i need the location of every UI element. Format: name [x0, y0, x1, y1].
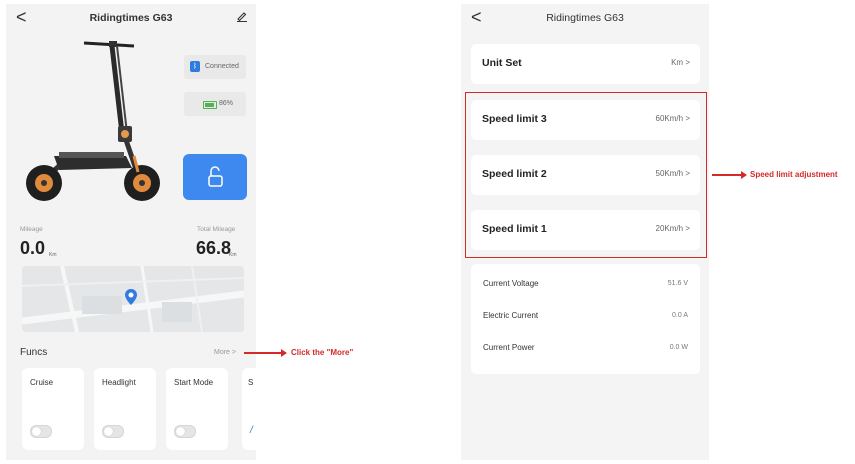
page-title: Ridingtimes G63: [89, 12, 173, 24]
electrical-info-card: Current Voltage 51.6 V Electric Current …: [471, 264, 700, 374]
connection-status-label: Connected: [205, 63, 239, 70]
battery-status-chip: 86%: [184, 92, 246, 116]
func-card-label: Start Mode: [174, 378, 214, 387]
speed-limit-highlight-box: [465, 92, 707, 258]
page-title: Ridingtimes G63: [546, 12, 624, 24]
func-card-start-mode[interactable]: Start Mode: [166, 368, 228, 450]
top-bar: < Ridingtimes G63: [461, 4, 709, 32]
current-value: 0.0 A: [672, 312, 688, 319]
mileage-label: Mileage: [20, 226, 43, 233]
row-label: Unit Set: [482, 57, 522, 69]
annotation-speed-limit: Speed limit adjustment: [750, 170, 838, 179]
battery-level-label: 86%: [219, 100, 234, 107]
edit-pencil-icon[interactable]: [236, 10, 248, 22]
top-bar: < Ridingtimes G63: [6, 4, 256, 32]
start-mode-toggle[interactable]: [174, 425, 196, 438]
current-label: Electric Current: [483, 311, 539, 320]
mileage-value: 0.0: [20, 238, 46, 258]
funcs-section-title: Funcs: [20, 347, 48, 358]
battery-fill: [205, 103, 214, 107]
scooter-home-screen: < Ridingtimes G63 ᛒ Connected 86% Mileag…: [6, 4, 262, 460]
cruise-toggle[interactable]: [30, 425, 52, 438]
battery-icon: [203, 101, 217, 109]
unlock-icon: [208, 166, 223, 187]
func-card-partial[interactable]: S /: [242, 368, 262, 450]
annotation-arrow-icon: [741, 171, 747, 179]
total-mileage-label: Total Mileage: [197, 226, 236, 233]
lock-toggle-button[interactable]: [183, 154, 247, 200]
toggle-knob: [32, 427, 41, 436]
mileage-unit: Km: [49, 252, 57, 258]
power-label: Current Power: [483, 343, 535, 352]
scooter-image: [26, 41, 160, 201]
annotation-click-more: Click the "More": [291, 348, 354, 357]
unit-set-row[interactable]: Unit Set Km >: [471, 44, 700, 84]
toggle-knob: [104, 427, 113, 436]
row-value: Km >: [671, 58, 690, 67]
voltage-label: Current Voltage: [483, 279, 539, 288]
toggle-knob: [176, 427, 185, 436]
func-card-cruise[interactable]: Cruise: [22, 368, 84, 450]
annotation-line: [244, 352, 282, 354]
func-card-label: Headlight: [102, 378, 136, 387]
func-card-label: S: [248, 378, 254, 387]
bluetooth-icon: ᛒ: [190, 61, 200, 72]
more-link[interactable]: More >: [214, 349, 236, 356]
annotation-arrow-icon: [281, 349, 287, 357]
func-card-label: Cruise: [30, 378, 54, 387]
func-card-headlight[interactable]: Headlight: [94, 368, 156, 450]
total-mileage-value: 66.8: [196, 238, 232, 258]
location-map[interactable]: [22, 266, 244, 332]
annotation-line: [712, 174, 742, 176]
partial-card-glyph: /: [250, 425, 253, 436]
voltage-value: 51.6 V: [667, 280, 688, 287]
power-value: 0.0 W: [669, 344, 688, 351]
headlight-toggle[interactable]: [102, 425, 124, 438]
location-pin-icon: [125, 289, 137, 305]
total-mileage-unit: Km: [229, 252, 237, 258]
connection-status-chip: ᛒ Connected: [184, 55, 246, 79]
